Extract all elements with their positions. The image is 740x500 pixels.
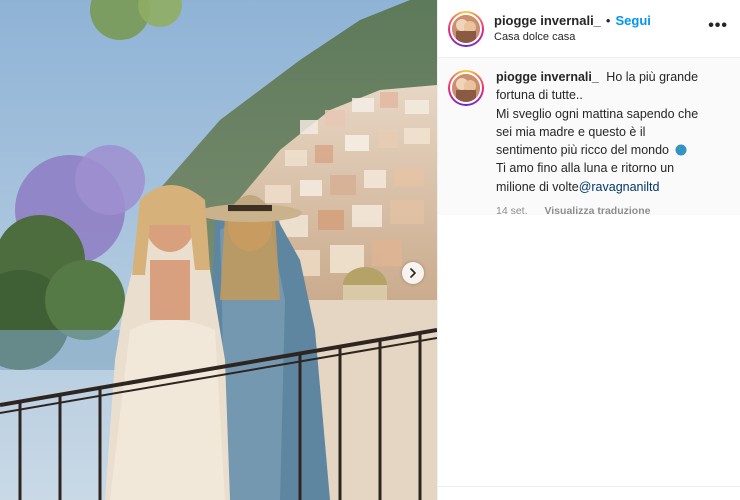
caption-text: piogge invernali_ Ho la più grande fortu… — [496, 68, 726, 220]
next-image-button[interactable] — [402, 262, 424, 284]
caption-line: sentimento più ricco del mondo — [496, 143, 670, 158]
post-side-panel: piogge invernali_ • Segui Casa dolce cas… — [437, 0, 740, 500]
caption-avatar[interactable] — [448, 70, 484, 106]
more-options-icon[interactable]: ••• — [708, 18, 728, 34]
header-username[interactable]: piogge invernali_ — [494, 13, 601, 29]
caption-line: milione di volte — [496, 179, 579, 194]
location-link[interactable]: Casa dolce casa — [494, 31, 651, 45]
caption-username[interactable]: piogge invernali_ — [496, 70, 599, 84]
avatar-image — [450, 12, 482, 45]
mention-link[interactable]: @ravagnaniltd — [579, 180, 660, 194]
post-header: piogge invernali_ • Segui Casa dolce cas… — [438, 0, 740, 58]
photo-scene — [0, 0, 437, 500]
avatar-image — [450, 72, 482, 104]
avatar[interactable] — [448, 10, 484, 47]
caption-meta: 14 set. Visualizza traduzione — [496, 202, 726, 220]
post-date[interactable]: 14 set. — [496, 205, 528, 217]
instagram-post: piogge invernali_ • Segui Casa dolce cas… — [0, 0, 740, 500]
caption: piogge invernali_ Ho la più grande fortu… — [438, 58, 740, 220]
translate-button[interactable]: Visualizza traduzione — [544, 205, 650, 217]
divider — [438, 486, 740, 487]
caption-line: fortuna di tutte.. — [496, 88, 583, 103]
chevron-right-icon — [410, 268, 416, 278]
globe-emoji-icon — [675, 144, 686, 156]
caption-line: Mi sveglio ogni mattina sapendo che — [496, 106, 699, 121]
header-text: piogge invernali_ • Segui Casa dolce cas… — [494, 13, 651, 45]
caption-line: sei mia madre e questo è il — [496, 124, 646, 139]
caption-line: Ti amo fino alla luna e ritorno un — [496, 161, 675, 176]
separator-dot: • — [605, 12, 611, 28]
follow-button[interactable]: Segui — [615, 13, 650, 29]
post-photo[interactable] — [0, 0, 437, 500]
caption-line: Ho la più grande — [606, 70, 699, 84]
